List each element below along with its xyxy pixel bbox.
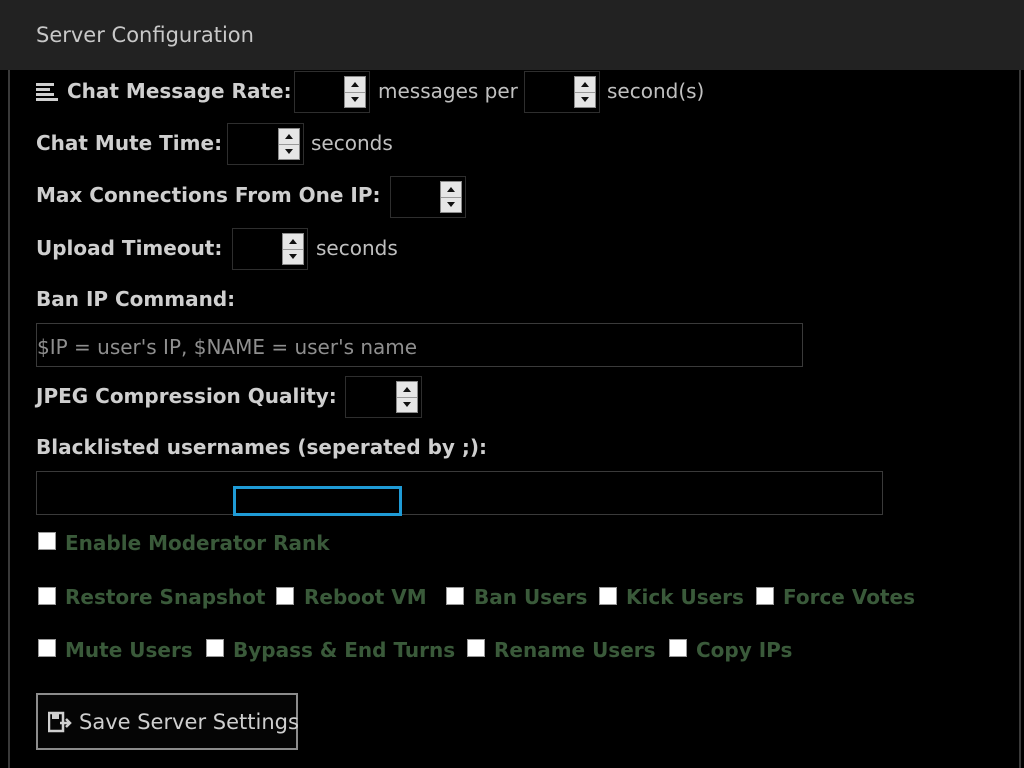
spinner-buttons[interactable]	[440, 181, 462, 213]
chat-messages-count-spinner[interactable]	[294, 71, 370, 113]
panel-border-left	[8, 70, 10, 768]
reboot-vm-checkbox[interactable]	[276, 587, 294, 605]
restore-snapshot-checkbox[interactable]	[38, 587, 56, 605]
mute-users-label[interactable]: Mute Users	[65, 638, 193, 662]
panel-title: Server Configuration	[36, 23, 254, 47]
save-server-settings-button[interactable]: Save Server Settings	[36, 693, 299, 750]
chevron-down-icon[interactable]	[283, 249, 303, 264]
save-file-icon	[47, 711, 74, 739]
messages-per-text: messages per	[378, 79, 518, 103]
spinner-buttons[interactable]	[282, 233, 304, 265]
spinner-buttons[interactable]	[396, 381, 418, 413]
ban-ip-command-placeholder: $IP = user's IP, $NAME = user's name	[37, 335, 418, 359]
chat-seconds-spinner[interactable]	[524, 71, 600, 113]
upload-timeout-label: Upload Timeout:	[36, 236, 223, 260]
reboot-vm-label[interactable]: Reboot VM	[304, 585, 427, 609]
jpeg-quality-spinner[interactable]	[345, 376, 422, 418]
panel-header: Server Configuration	[0, 0, 1024, 70]
enable-moderator-label[interactable]: Enable Moderator Rank	[65, 531, 330, 555]
chevron-down-icon[interactable]	[441, 197, 461, 212]
seconds-suffix-text: second(s)	[607, 79, 705, 103]
force-votes-checkbox[interactable]	[756, 587, 774, 605]
ban-users-label[interactable]: Ban Users	[474, 585, 587, 609]
ban-ip-command-input[interactable]: $IP = user's IP, $NAME = user's name	[36, 323, 803, 367]
mute-users-checkbox[interactable]	[38, 639, 56, 657]
rename-users-label[interactable]: Rename Users	[494, 638, 656, 662]
chevron-up-icon[interactable]	[575, 77, 595, 93]
spinner-buttons[interactable]	[278, 128, 300, 160]
ban-users-checkbox[interactable]	[446, 587, 464, 605]
chevron-up-icon[interactable]	[283, 234, 303, 250]
chat-mute-time-label: Chat Mute Time:	[36, 131, 223, 155]
rename-users-checkbox[interactable]	[467, 639, 485, 657]
chevron-down-icon[interactable]	[575, 92, 595, 107]
chevron-up-icon[interactable]	[279, 129, 299, 145]
save-server-settings-label: Save Server Settings	[79, 710, 299, 734]
chat-mute-seconds-text: seconds	[311, 131, 393, 155]
blacklist-input[interactable]	[36, 471, 883, 515]
enable-moderator-checkbox[interactable]	[38, 532, 56, 550]
chevron-up-icon[interactable]	[397, 382, 417, 398]
kick-users-label[interactable]: Kick Users	[626, 585, 744, 609]
copy-ips-checkbox[interactable]	[669, 639, 687, 657]
bypass-end-turns-label[interactable]: Bypass & End Turns	[233, 638, 455, 662]
list-lines-icon	[36, 82, 60, 106]
blacklist-label: Blacklisted usernames (seperated by ;):	[36, 435, 488, 459]
ban-ip-command-label: Ban IP Command:	[36, 287, 236, 311]
jpeg-quality-label: JPEG Compression Quality:	[36, 384, 337, 408]
upload-timeout-seconds-text: seconds	[316, 236, 398, 260]
upload-timeout-spinner[interactable]	[232, 228, 308, 270]
restore-snapshot-label[interactable]: Restore Snapshot	[65, 585, 265, 609]
chevron-down-icon[interactable]	[345, 92, 365, 107]
kick-users-checkbox[interactable]	[599, 587, 617, 605]
chevron-down-icon[interactable]	[397, 397, 417, 412]
bypass-end-turns-checkbox[interactable]	[206, 639, 224, 657]
max-connections-spinner[interactable]	[390, 176, 466, 218]
focus-indicator	[233, 486, 402, 516]
chat-message-rate-label: Chat Message Rate:	[67, 79, 292, 103]
max-connections-label: Max Connections From One IP:	[36, 183, 381, 207]
chevron-up-icon[interactable]	[345, 77, 365, 93]
spinner-buttons[interactable]	[574, 76, 596, 108]
chevron-down-icon[interactable]	[279, 144, 299, 159]
force-votes-label[interactable]: Force Votes	[783, 585, 915, 609]
panel-border-right	[1019, 70, 1021, 768]
copy-ips-label[interactable]: Copy IPs	[696, 638, 792, 662]
chevron-up-icon[interactable]	[441, 182, 461, 198]
chat-mute-time-spinner[interactable]	[227, 123, 304, 165]
spinner-buttons[interactable]	[344, 76, 366, 108]
